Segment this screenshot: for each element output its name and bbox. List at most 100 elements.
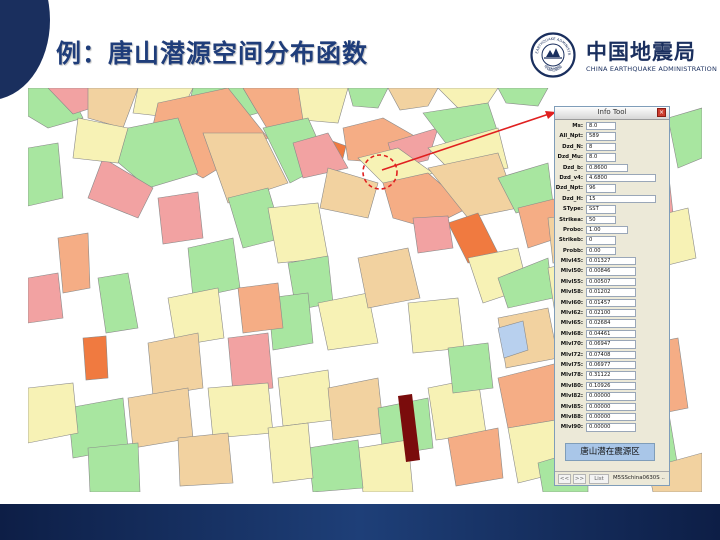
attribute-label: SType: xyxy=(562,206,583,213)
attribute-row: Mlvl68: 0.04461 xyxy=(555,329,669,339)
attribute-value-field[interactable]: 15 xyxy=(586,194,656,204)
attribute-row: Dzd_b: 0.8600 xyxy=(555,163,669,173)
attribute-row: Dzd_Npt: 96 xyxy=(555,183,669,193)
attribute-value-field[interactable]: 0.01202 xyxy=(586,288,636,297)
prev-button[interactable]: << xyxy=(558,474,571,484)
attribute-value-field[interactable]: 0.04461 xyxy=(586,329,636,339)
next-button[interactable]: >> xyxy=(573,474,586,484)
attribute-label: Mlvl68: xyxy=(560,330,583,337)
attribute-label: Ms: xyxy=(572,123,583,129)
attribute-label: Strikea: xyxy=(559,216,583,223)
list-button[interactable]: List xyxy=(589,474,609,484)
attribute-label: Mlvl80: xyxy=(560,382,583,389)
attribute-value-field[interactable]: 0.00 xyxy=(586,246,616,256)
attribute-value-field[interactable]: 8 xyxy=(586,142,616,152)
attribute-row: Strikea: 50 xyxy=(555,215,669,225)
attribute-label: Dzd_Npt: xyxy=(555,185,583,192)
attribute-row: Mlvl82: 0.00000 xyxy=(555,391,669,401)
attribute-value-field[interactable]: 0.00000 xyxy=(586,392,636,401)
attribute-value-field[interactable]: 50 xyxy=(586,215,616,224)
attribute-value-field[interactable]: 0.00846 xyxy=(586,267,636,276)
attribute-row: Mlvl85: 0.00000 xyxy=(555,402,669,412)
attribute-row: Mlvl88: 0.00000 xyxy=(555,412,669,422)
attribute-label: Mlvl45: xyxy=(560,258,583,265)
attribute-row: Dzd_Mu: 8.0 xyxy=(555,152,669,162)
attribute-value-field[interactable]: 8.0 xyxy=(586,153,616,162)
attribute-label: Mlvl55: xyxy=(560,278,583,285)
info-tool-title: Info Tool xyxy=(597,108,627,116)
attribute-value-field[interactable]: 0 xyxy=(586,236,616,245)
attribute-row: All_Npt: 589 xyxy=(555,131,669,141)
attribute-value-field[interactable]: 0.07408 xyxy=(586,350,636,359)
attribute-label: Probo: xyxy=(562,226,583,233)
attribute-row: Probb: 0.00 xyxy=(555,246,669,256)
attribute-value-field[interactable]: 0.00000 xyxy=(586,423,636,432)
attribute-value-field[interactable]: 96 xyxy=(586,184,616,193)
highlight-circle xyxy=(362,154,398,190)
attribute-value-field[interactable]: 1.00 xyxy=(586,225,628,235)
attribute-label: Dzd_Mu: xyxy=(557,154,583,161)
attribute-row: Dzd_v4: 4.6800 xyxy=(555,173,669,183)
attribute-row: SType: SST xyxy=(555,204,669,214)
attribute-value-field[interactable]: 0.00000 xyxy=(586,412,636,422)
attribute-row: Mlvl72: 0.07408 xyxy=(555,350,669,360)
attribute-label: Mlvl85: xyxy=(560,403,583,410)
attribute-label: Dzd_N: xyxy=(562,143,583,150)
attribute-value-field[interactable]: 8.0 xyxy=(586,122,616,131)
footer-bar xyxy=(0,504,720,540)
attribute-row: Dzd_H: 15 xyxy=(555,194,669,204)
attribute-value-field[interactable]: 0.00507 xyxy=(586,277,636,287)
attribute-value-field[interactable]: 0.02100 xyxy=(586,309,636,318)
info-tool-titlebar[interactable]: Info Tool × xyxy=(555,107,669,120)
attribute-row: Mlvl58: 0.01202 xyxy=(555,287,669,297)
attribute-row: Mlvl55: 0.00507 xyxy=(555,277,669,287)
attribute-value-field[interactable]: 0.06977 xyxy=(586,360,636,370)
attribute-value-field[interactable]: 0.8600 xyxy=(586,163,628,172)
attribute-value-field[interactable]: 0.01327 xyxy=(586,257,636,266)
attribute-row: Mlvl78: 0.31122 xyxy=(555,370,669,380)
attribute-value-field[interactable]: 0.31122 xyxy=(586,371,636,380)
attribute-value-field[interactable]: 0.02684 xyxy=(586,319,636,328)
attribute-value-field[interactable]: 0.00000 xyxy=(586,402,636,411)
zone-name-label: 唐山潜在震源区 xyxy=(565,443,655,461)
attribute-row: Mlvl80: 0.10926 xyxy=(555,381,669,391)
attribute-row: Dzd_N: 8 xyxy=(555,142,669,152)
attribute-label: Mlvl70: xyxy=(560,341,583,348)
attribute-label: Mlvl78: xyxy=(560,372,583,379)
attribute-label: Dzd_v4: xyxy=(559,174,583,181)
attribute-row: Mlvl65: 0.02684 xyxy=(555,318,669,328)
attribute-value-field[interactable]: 4.6800 xyxy=(586,173,656,183)
attribute-row: Mlvl50: 0.00846 xyxy=(555,266,669,276)
attribute-label: Strikeb: xyxy=(558,237,583,244)
attribute-value-field[interactable]: 0.06947 xyxy=(586,340,636,349)
attribute-label: Mlvl75: xyxy=(560,361,583,368)
attribute-row: Probo: 1.00 xyxy=(555,225,669,235)
attribute-row: Mlvl45: 0.01327 xyxy=(555,256,669,266)
attribute-label: Dzd_H: xyxy=(562,195,583,202)
attribute-label: Mlvl50: xyxy=(560,268,583,275)
attribute-label: Mlvl90: xyxy=(560,424,583,431)
attribute-label: Mlvl60: xyxy=(560,299,583,306)
attribute-value-field[interactable]: SST xyxy=(586,205,616,214)
attribute-label: Mlvl88: xyxy=(560,413,583,420)
attribute-label: Mlvl82: xyxy=(560,393,583,400)
info-tool-window[interactable]: Info Tool × Ms: 8.0 All_Npt: 589 Dzd_N: 8 Dzd_… xyxy=(554,106,670,486)
attribute-label: Probb: xyxy=(562,247,583,254)
attribute-row: Mlvl60: 0.01457 xyxy=(555,298,669,308)
attribute-row: Strikeb: 0 xyxy=(555,235,669,245)
attribute-label: Mlvl58: xyxy=(560,289,583,296)
close-icon[interactable]: × xyxy=(657,108,666,117)
source-name: M5SSchina0630S .. xyxy=(613,475,665,481)
attribute-row: Ms: 8.0 xyxy=(555,121,669,131)
attribute-label: All_Npt: xyxy=(559,133,583,140)
attribute-label: Dzd_b: xyxy=(562,164,583,171)
attribute-label: Mlvl62: xyxy=(560,310,583,317)
attribute-value-field[interactable]: 0.10926 xyxy=(586,381,636,391)
attribute-value-field[interactable]: 0.01457 xyxy=(586,298,636,308)
attribute-row: Mlvl62: 0.02100 xyxy=(555,308,669,318)
attribute-value-field[interactable]: 589 xyxy=(586,132,616,141)
attribute-label: Mlvl72: xyxy=(560,351,583,358)
attribute-row: Mlvl75: 0.06977 xyxy=(555,360,669,370)
slide: 例：唐山潜源空间分布函数 CHINA EARTHQUAKE ADMINISTRA… xyxy=(0,0,720,540)
attribute-row: Mlvl90: 0.00000 xyxy=(555,422,669,432)
